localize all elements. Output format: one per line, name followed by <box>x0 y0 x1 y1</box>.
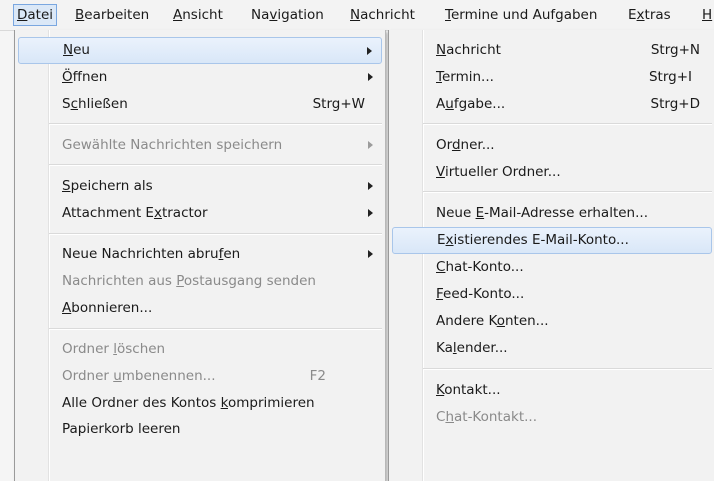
menu-item-label: Feed-Konto... <box>436 286 525 302</box>
submenu-arrow-icon <box>368 182 373 190</box>
menu-item-neu[interactable]: Neu <box>18 37 382 64</box>
menu-item-label: Termin... <box>436 69 494 85</box>
menu-datei[interactable]: Datei <box>13 4 58 26</box>
menu-item-label: Speichern als <box>62 178 153 194</box>
menu-item-label: Ordner... <box>436 137 495 153</box>
menu-item-alle-ordner-komprimieren[interactable]: Alle Ordner des Kontos komprimieren <box>18 390 382 417</box>
menu-item-label: Abonnieren... <box>62 300 153 316</box>
submenu-arrow-icon <box>368 73 373 81</box>
menu-item-label: Ordner löschen <box>62 341 166 357</box>
menu-bar: Datei Bearbeiten Ansicht Navigation Nach… <box>0 0 714 31</box>
submenu-arrow-icon <box>368 250 373 258</box>
menu-bearbeiten[interactable]: Bearbeiten <box>72 4 152 26</box>
menu-item-label: Attachment Extractor <box>62 205 208 221</box>
submenu-item-termin[interactable]: Termin... Strg+I <box>392 64 712 91</box>
submenu-item-kontakt[interactable]: Kontakt... <box>392 377 712 404</box>
shortcut-label: Strg+I <box>648 69 692 85</box>
menu-item-label: Alle Ordner des Kontos komprimieren <box>62 395 315 411</box>
submenu-item-feed-konto[interactable]: Feed-Konto... <box>392 281 712 308</box>
menu-item-label: Neue E-Mail-Adresse erhalten... <box>436 205 648 221</box>
menu-navigation[interactable]: Navigation <box>248 4 327 26</box>
menu-item-label: Virtueller Ordner... <box>436 164 561 180</box>
menu-extras[interactable]: Extras <box>625 4 674 26</box>
menu-item-label: Neue Nachrichten abrufen <box>62 246 241 262</box>
menu-item-nachrichten-aus-postausgang-senden[interactable]: Nachrichten aus Postausgang senden <box>18 268 382 295</box>
submenu-item-existierendes-email-konto[interactable]: Existierendes E-Mail-Konto... <box>392 227 712 254</box>
menu-item-oeffnen[interactable]: Öffnen <box>18 64 382 91</box>
menu-separator <box>423 123 712 125</box>
menu-separator <box>49 164 382 166</box>
menu-hilfe[interactable]: H <box>699 4 714 26</box>
submenu-item-nachricht[interactable]: Nachricht Strg+N <box>392 37 712 64</box>
menu-item-label: Andere Konten... <box>436 313 549 329</box>
menu-item-label: Nachrichten aus Postausgang senden <box>62 273 316 289</box>
menu-item-gewaehlte-nachrichten-speichern[interactable]: Gewählte Nachrichten speichern <box>18 132 382 159</box>
menu-item-label: Kontakt... <box>436 382 501 398</box>
menu-item-papierkorb-leeren[interactable]: Papierkorb leeren <box>18 416 382 443</box>
menu-item-schliessen[interactable]: Schließen Strg+W <box>18 91 382 118</box>
menu-item-label: Ordner umbenennen... <box>62 368 216 384</box>
new-submenu: Nachricht Strg+N Termin... Strg+I Aufgab… <box>388 30 714 481</box>
menu-item-ordner-loeschen[interactable]: Ordner löschen <box>18 336 382 363</box>
menu-item-label: Papierkorb leeren <box>62 421 181 437</box>
shortcut-label: Strg+N <box>650 42 700 58</box>
submenu-arrow-icon <box>367 47 372 55</box>
menu-item-label: Gewählte Nachrichten speichern <box>62 137 283 153</box>
menu-separator <box>49 233 382 235</box>
submenu-item-kalender[interactable]: Kalender... <box>392 335 712 362</box>
submenu-item-neue-email-adresse[interactable]: Neue E-Mail-Adresse erhalten... <box>392 200 712 227</box>
submenu-arrow-icon <box>368 209 373 217</box>
submenu-item-virtueller-ordner[interactable]: Virtueller Ordner... <box>392 159 712 186</box>
menu-item-label: Existierendes E-Mail-Konto... <box>437 232 629 248</box>
menu-termine-und-aufgaben[interactable]: Termine und Aufgaben <box>442 4 600 26</box>
menu-separator <box>49 328 382 330</box>
menu-item-label: Kalender... <box>436 340 508 356</box>
menu-item-label: Nachricht <box>436 42 501 58</box>
submenu-arrow-icon <box>368 141 373 149</box>
menu-separator <box>423 368 712 370</box>
shortcut-label: Strg+D <box>650 96 700 112</box>
menu-separator <box>49 123 382 125</box>
menu-item-label: Neu <box>63 42 90 58</box>
menu-item-abonnieren[interactable]: Abonnieren... <box>18 295 382 322</box>
menu-separator <box>423 191 712 193</box>
menu-ansicht[interactable]: Ansicht <box>170 4 226 26</box>
menu-item-speichern-als[interactable]: Speichern als <box>18 173 382 200</box>
menu-item-label: Chat-Konto... <box>436 259 524 275</box>
submenu-item-andere-konten[interactable]: Andere Konten... <box>392 308 712 335</box>
menu-item-ordner-umbenennen[interactable]: Ordner umbenennen... F2 <box>18 363 382 390</box>
menu-nachricht[interactable]: Nachricht <box>347 4 418 26</box>
shortcut-label: F2 <box>309 368 326 384</box>
submenu-item-chat-konto[interactable]: Chat-Konto... <box>392 254 712 281</box>
submenu-item-aufgabe[interactable]: Aufgabe... Strg+D <box>392 91 712 118</box>
submenu-item-chat-kontakt[interactable]: Chat-Kontakt... <box>392 404 712 431</box>
shortcut-label: Strg+W <box>312 96 365 112</box>
menu-item-label: Chat-Kontakt... <box>436 409 537 425</box>
menu-item-label: Schließen <box>62 96 128 112</box>
menu-item-neue-nachrichten-abrufen[interactable]: Neue Nachrichten abrufen <box>18 241 382 268</box>
menu-item-attachment-extractor[interactable]: Attachment Extractor <box>18 200 382 227</box>
menu-item-label: Aufgabe... <box>436 96 506 112</box>
menu-item-label: Öffnen <box>62 69 108 85</box>
file-menu: Neu Öffnen Schließen Strg+W Gewählte Nac… <box>14 30 386 481</box>
submenu-item-ordner[interactable]: Ordner... <box>392 132 712 159</box>
